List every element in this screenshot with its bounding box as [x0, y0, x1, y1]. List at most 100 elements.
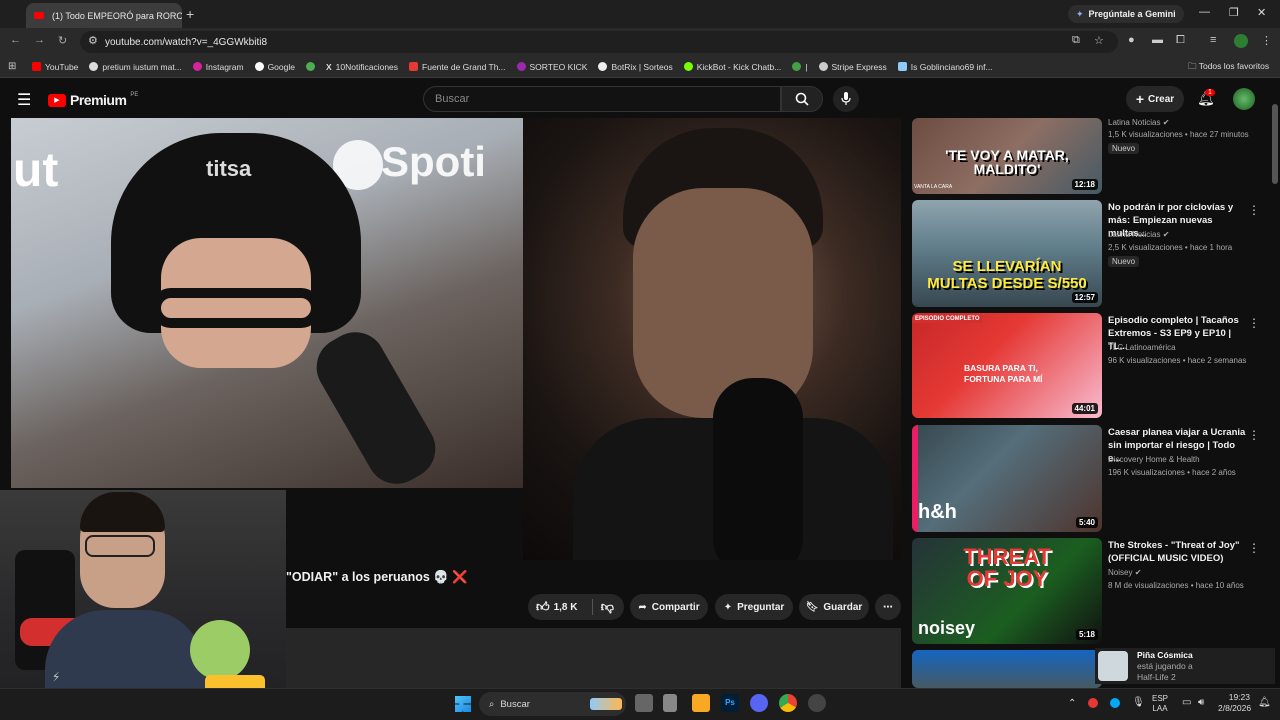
- close-window-icon[interactable]: ✕: [1257, 6, 1266, 19]
- hamburger-menu-icon[interactable]: ☰: [17, 90, 31, 110]
- chrome-icon[interactable]: [779, 694, 797, 712]
- channel-name[interactable]: Latina Noticias ✔: [1108, 229, 1169, 242]
- bookmark-stripe[interactable]: Stripe Express: [818, 62, 887, 72]
- address-bar[interactable]: youtube.com/watch?v=_4GGWkbiti8: [80, 31, 1118, 53]
- glasses-shape: [85, 535, 155, 557]
- video-duration: 12:57: [1071, 292, 1098, 303]
- new-badge: Nuevo: [1108, 143, 1140, 154]
- discord-activity-popup[interactable]: Piña Cósmica está jugando a Half-Life 2: [1095, 648, 1275, 684]
- all-bookmarks-button[interactable]: 🗀 Todos los favoritos: [1188, 61, 1269, 75]
- menu-kebab-icon[interactable]: ⋮: [1261, 34, 1272, 47]
- thumbnail-5[interactable]: THREAT OF JOY noisey 5:18: [912, 538, 1102, 644]
- more-options-icon[interactable]: ⋮: [1248, 203, 1260, 217]
- bookmark-green[interactable]: |: [792, 62, 808, 72]
- user-avatar[interactable]: [1233, 88, 1255, 110]
- more-options-icon[interactable]: ⋮: [1248, 316, 1260, 330]
- like-button[interactable]: 👍︎ 1,8 K: [536, 599, 578, 615]
- taskbar-search[interactable]: ⌕ Buscar: [479, 692, 626, 716]
- show-hidden-icons[interactable]: ⌃: [1068, 698, 1076, 709]
- profile-avatar[interactable]: [1234, 34, 1248, 48]
- extension-icon-2[interactable]: ▬: [1152, 34, 1163, 46]
- reading-list-icon[interactable]: ≡: [1210, 34, 1216, 46]
- bookmark-youtube[interactable]: YouTube: [32, 62, 78, 72]
- create-button[interactable]: + Crear: [1126, 86, 1184, 112]
- bookmark-instagram[interactable]: Instagram: [192, 62, 244, 72]
- thumbnail-4[interactable]: h&h 5:40: [912, 425, 1102, 532]
- voice-search-button[interactable]: [833, 86, 859, 112]
- thumbnail-1[interactable]: 'TE VOY A MATAR, MALDITO' VANTA LA CARA …: [912, 118, 1102, 194]
- volume-icon[interactable]: 🔊︎: [1198, 697, 1204, 708]
- scrollbar-thumb[interactable]: [1272, 104, 1278, 184]
- clock[interactable]: 19:23 2/8/2026: [1218, 692, 1251, 714]
- bookmark-x[interactable]: X 10Notificaciones: [326, 62, 398, 72]
- microphone-shape-right: [713, 378, 803, 560]
- file-explorer-icon[interactable]: [692, 694, 710, 712]
- thumbnail-3[interactable]: EPISODIO COMPLETO BASURA PARA TI, FORTUN…: [912, 313, 1102, 418]
- video-duration: 5:18: [1075, 629, 1098, 640]
- new-tab-button[interactable]: +: [186, 6, 194, 22]
- extension-icon[interactable]: ●: [1128, 34, 1135, 46]
- search-input[interactable]: Buscar: [423, 86, 781, 112]
- save-button[interactable]: 🔖︎ Guardar: [799, 594, 869, 620]
- gemini-button[interactable]: ✦ Pregúntale a Gemini: [1068, 5, 1184, 23]
- channel-name[interactable]: Latina Noticias ✔: [1108, 117, 1169, 130]
- app-icon-2[interactable]: [808, 694, 826, 712]
- language-indicator[interactable]: ESP LAA: [1152, 694, 1168, 714]
- thumbnail-2[interactable]: SE LLEVARÍAN MULTAS DESDE S/550 12:57: [912, 200, 1102, 307]
- channel-name[interactable]: Discovery Home & Health: [1108, 454, 1200, 467]
- tray-app-icon[interactable]: [1088, 698, 1098, 708]
- streamer-hair: [80, 492, 165, 532]
- bookmark-goblin[interactable]: Is Goblinciano69 inf...: [897, 62, 993, 72]
- browser-tab[interactable]: (1) Todo EMPEORÓ para RORO ✕: [26, 3, 182, 28]
- app-icon[interactable]: [663, 694, 677, 712]
- share-button[interactable]: ➦ Compartir: [630, 594, 708, 620]
- youtube-premium-logo[interactable]: ▶ Premium PE: [48, 92, 138, 108]
- bookmark-pretium[interactable]: pretium iustum mat...: [89, 62, 182, 72]
- apps-grid-icon[interactable]: ⊞: [8, 61, 16, 72]
- video-frame-left[interactable]: Spoti ut titsa: [11, 118, 523, 488]
- notifications-icon[interactable]: 🔔︎: [1258, 697, 1271, 708]
- bookmark-star-icon[interactable]: ☆: [1094, 34, 1104, 47]
- thumbs-down-icon[interactable]: 👎︎: [591, 599, 614, 615]
- task-view-icon[interactable]: [635, 694, 653, 712]
- video-duration: 5:40: [1075, 517, 1098, 528]
- microphone-icon: [841, 92, 851, 105]
- minimize-icon[interactable]: —: [1199, 6, 1210, 18]
- more-options-icon[interactable]: ⋮: [1248, 428, 1260, 442]
- webcam-overlay: ⚡: [0, 490, 286, 720]
- back-icon[interactable]: ←: [10, 34, 21, 46]
- search-button[interactable]: [781, 86, 823, 112]
- video-title-5[interactable]: The Strokes - "Threat of Joy" (OFFICIAL …: [1108, 539, 1248, 565]
- network-icon[interactable]: ▭: [1182, 697, 1191, 708]
- channel-name[interactable]: TLC Latinoamérica: [1108, 342, 1176, 355]
- f-icon: [409, 62, 419, 71]
- video-meta: 8 M de visualizaciones • hace 10 años: [1108, 581, 1244, 590]
- bookmark-kickbot[interactable]: KickBot - Kick Chatb...: [683, 62, 781, 72]
- bookmark-google[interactable]: Google: [254, 62, 295, 72]
- bookmark-pinwheel[interactable]: [305, 62, 315, 71]
- kickbot-icon: [683, 62, 693, 71]
- forward-icon[interactable]: →: [34, 34, 45, 46]
- channel-name[interactable]: Noisey ✔: [1108, 567, 1141, 580]
- ask-button[interactable]: ✦ Preguntar: [715, 594, 793, 620]
- more-actions-button[interactable]: ⋯: [875, 594, 901, 620]
- site-info-icon[interactable]: ⚙: [88, 34, 98, 47]
- restore-icon[interactable]: ❐: [1229, 6, 1239, 19]
- thumbnail-6[interactable]: [912, 650, 1102, 688]
- tray-app-icon-2[interactable]: [1110, 698, 1120, 708]
- discord-icon[interactable]: [750, 694, 768, 712]
- bookmark-fuente[interactable]: Fuente de Grand Th...: [409, 62, 506, 72]
- reload-icon[interactable]: ↻: [58, 34, 67, 47]
- bookmark-botrix[interactable]: BotRix | Sorteos: [598, 62, 673, 72]
- microphone-icon[interactable]: 🎙︎: [1132, 697, 1145, 708]
- extensions-puzzle-icon[interactable]: ⧠: [1176, 34, 1185, 47]
- video-frame-right[interactable]: [523, 118, 901, 560]
- google-icon: [254, 62, 264, 71]
- bookmark-sorteo-kick[interactable]: SORTEO KICK: [516, 62, 587, 72]
- more-options-icon[interactable]: ⋮: [1248, 541, 1260, 555]
- toolbar: youtube.com/watch?v=_4GGWkbiti8: [0, 28, 1280, 56]
- photoshop-icon[interactable]: Ps: [721, 694, 739, 712]
- description-box[interactable]: [286, 628, 901, 688]
- plus-icon: +: [1135, 91, 1145, 107]
- install-icon[interactable]: ⧉: [1072, 34, 1080, 47]
